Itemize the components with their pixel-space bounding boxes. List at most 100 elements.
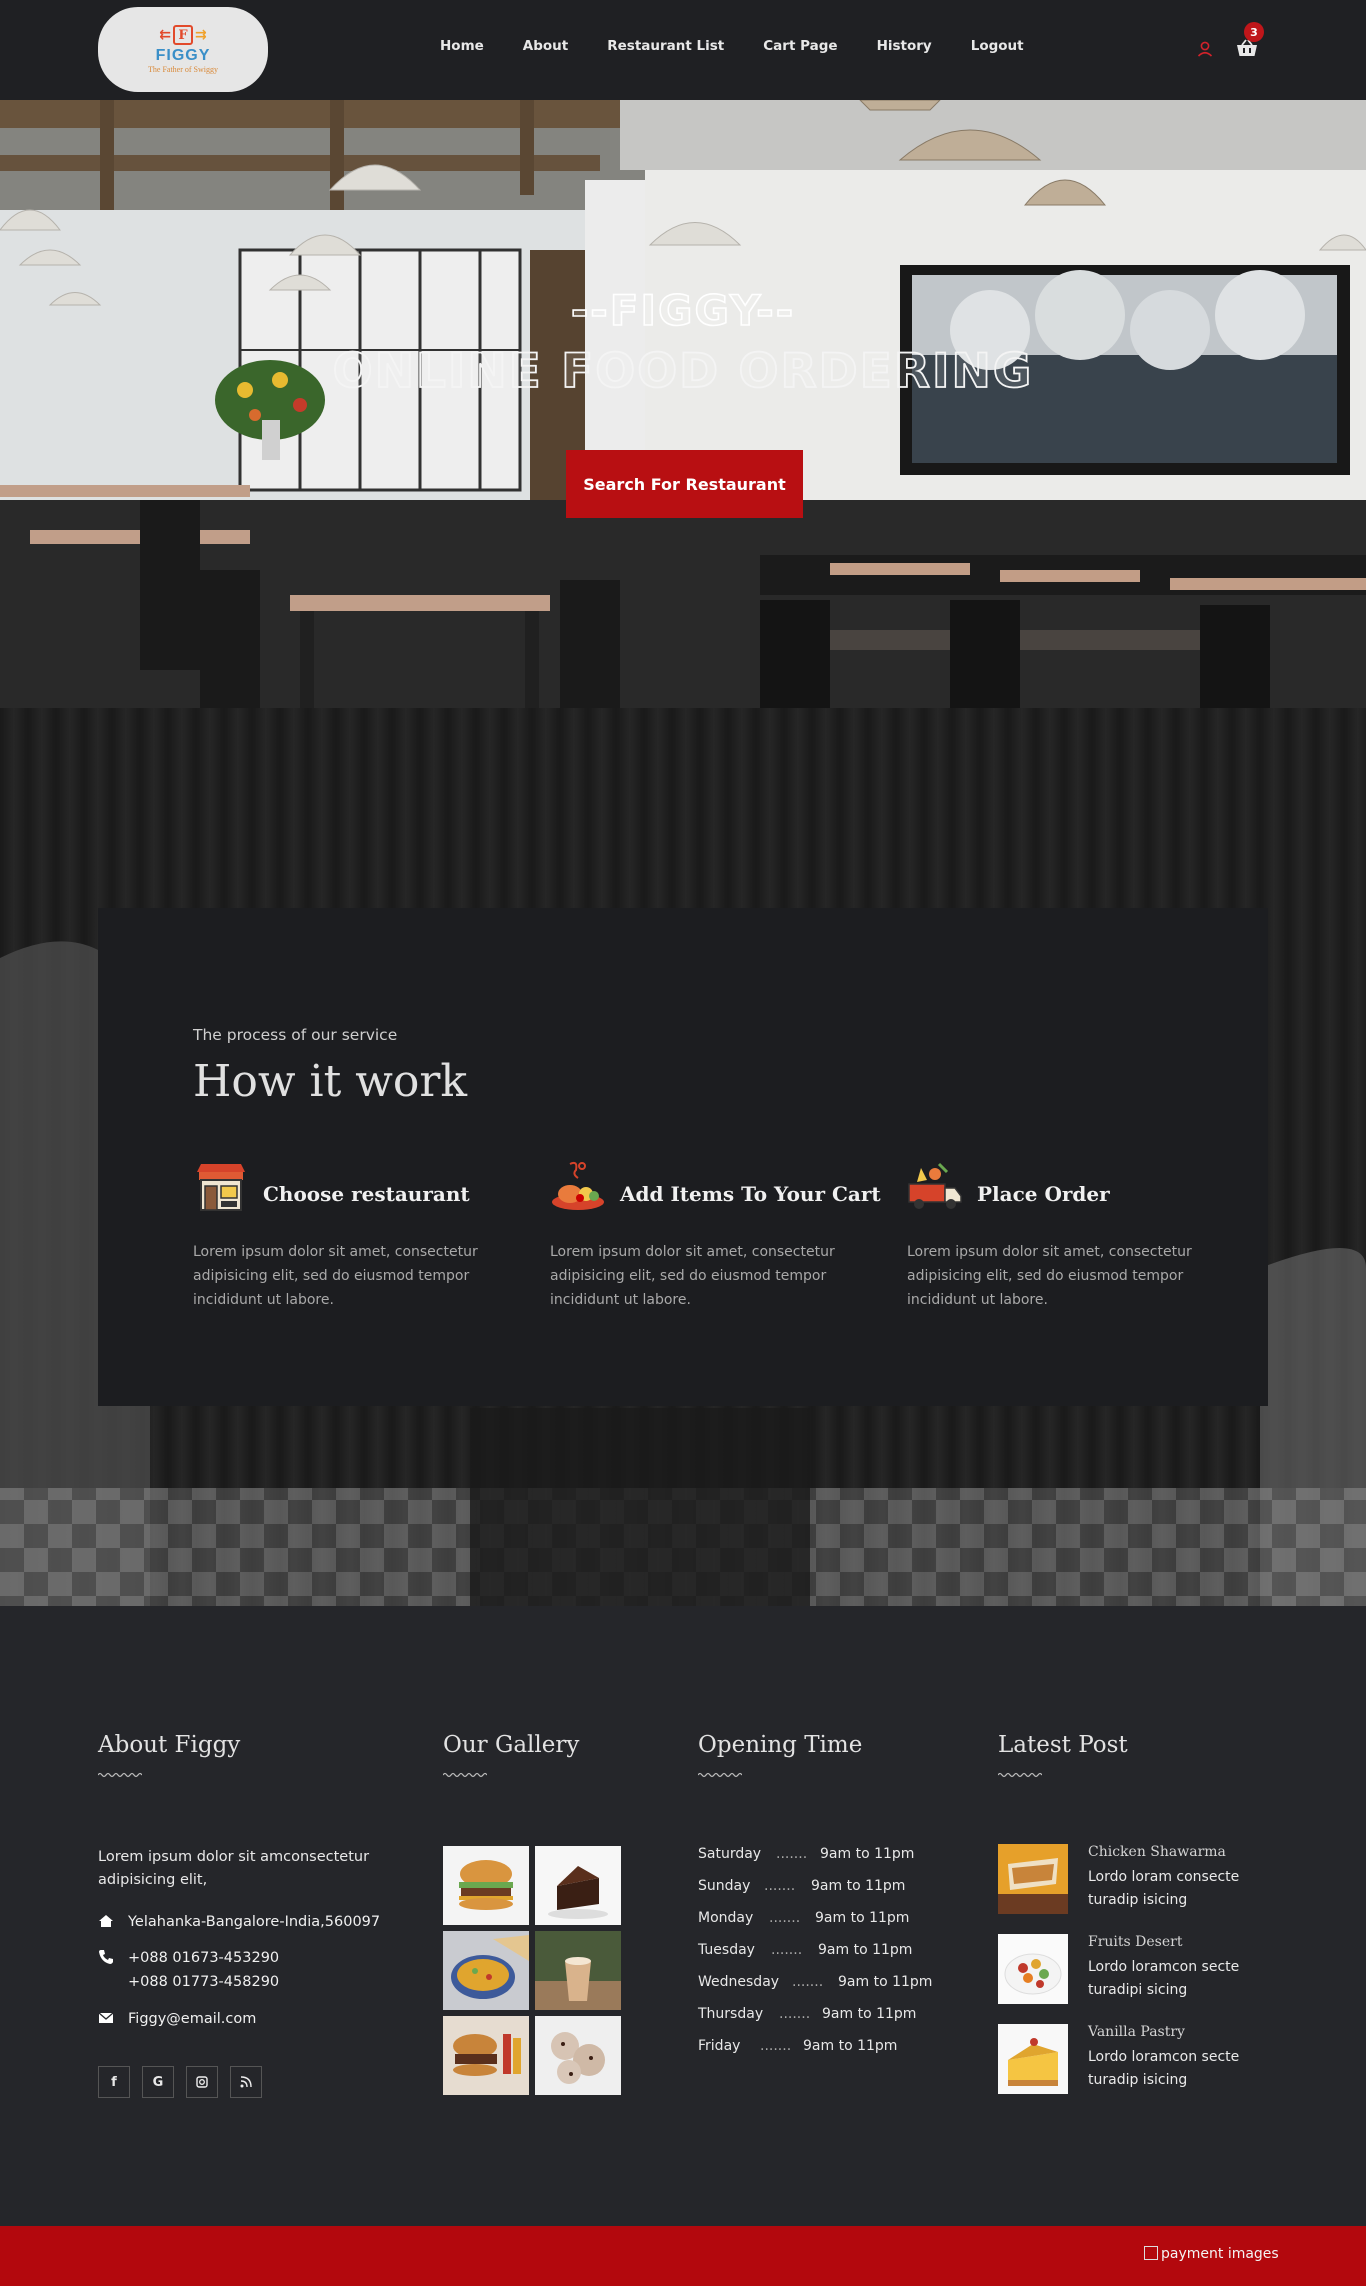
user-icon[interactable]: [1196, 40, 1214, 58]
post-title[interactable]: Vanilla Pastry: [1088, 2024, 1185, 2040]
hero-subtitle: ONLINE FOOD ORDERING: [332, 343, 1034, 400]
rss-icon[interactable]: [230, 2066, 262, 2098]
time-label: 9am to 11pm: [818, 1942, 913, 1958]
logo-arrow-right-icon: ⇉: [195, 27, 207, 43]
how-it-works-card: The process of our service How it work C…: [98, 908, 1268, 1406]
time-label: 9am to 11pm: [820, 1846, 915, 1862]
logo-text: FIGGY: [155, 47, 211, 64]
footer-about-title: About Figgy: [98, 1732, 241, 1758]
footer-about-text: Lorem ipsum dolor sit amconsectetur adip…: [98, 1849, 370, 1888]
post-excerpt: Lordo loramcon secte turadip isicing: [1088, 2049, 1240, 2088]
payment-images-alt: payment images: [1161, 2246, 1279, 2262]
nav-link-restaurant-list[interactable]: Restaurant List: [607, 38, 724, 54]
step-title: Add Items To Your Cart: [620, 1182, 881, 1206]
logo-mark: ⇇ F ⇉: [159, 25, 207, 45]
home-icon: [99, 1915, 113, 1927]
squiggle-divider-icon: [698, 1772, 742, 1778]
cart-count-badge: 3: [1244, 22, 1264, 42]
social-links: f G: [98, 2066, 262, 2098]
step-text: Lorem ipsum dolor sit amet, consectetur …: [907, 1244, 1192, 1308]
gallery-image-burger[interactable]: [443, 1846, 529, 1925]
post-item[interactable]: Vanilla Pastry Lordo loramcon secte tura…: [998, 2024, 1258, 2096]
top-navbar: ⇇ F ⇉ FIGGY The Father of Swiggy Home Ab…: [0, 0, 1366, 100]
day-label: Saturday: [698, 1846, 762, 1862]
email-text[interactable]: Figgy@email.com: [128, 2007, 256, 2031]
time-label: 9am to 11pm: [815, 1910, 910, 1926]
step-title: Place Order: [977, 1182, 1110, 1206]
post-thumbnail: [998, 1844, 1068, 1914]
post-item[interactable]: Fruits Desert Lordo loramcon secte turad…: [998, 1934, 1258, 2006]
footer-about: About Figgy Lorem ipsum dolor sit amcons…: [98, 1732, 380, 2098]
post-thumbnail: [998, 2024, 1068, 2094]
facebook-icon[interactable]: f: [98, 2066, 130, 2098]
bottom-bar: payment images: [0, 2226, 1366, 2286]
post-excerpt: Lordo loram consecte turadip isicing: [1088, 1869, 1240, 1908]
time-label: 9am to 11pm: [811, 1878, 906, 1894]
payment-images: payment images: [1144, 2246, 1279, 2262]
section-kicker: The process of our service: [193, 1026, 398, 1044]
step-title: Choose restaurant: [263, 1182, 470, 1206]
google-icon[interactable]: G: [142, 2066, 174, 2098]
footer-gallery: Our Gallery: [443, 1732, 621, 2095]
dots: .......: [760, 2038, 792, 2054]
gallery-image-biryani[interactable]: [443, 1931, 529, 2010]
post-title[interactable]: Fruits Desert: [1088, 1934, 1182, 1950]
restaurant-icon: [197, 1164, 245, 1211]
nav-link-logout[interactable]: Logout: [971, 38, 1024, 54]
logo-tagline: The Father of Swiggy: [148, 65, 218, 74]
day-label: Friday: [698, 2038, 741, 2054]
food-plate-icon: [552, 1161, 604, 1210]
dots: .......: [771, 1942, 803, 1958]
phone-icon: [99, 1950, 113, 1964]
site-logo[interactable]: ⇇ F ⇉ FIGGY The Father of Swiggy: [98, 7, 268, 92]
day-label: Sunday: [698, 1878, 751, 1894]
nav-link-history[interactable]: History: [877, 38, 932, 54]
section-title: How it work: [193, 1056, 468, 1107]
main-menu: Home About Restaurant List Cart Page His…: [440, 38, 1063, 54]
site-footer: About Figgy Lorem ipsum dolor sit amcons…: [0, 1606, 1366, 2226]
phone-1-text[interactable]: +088 01673-453290: [128, 1946, 279, 1970]
day-label: Thursday: [698, 2006, 764, 2022]
logo-letter: F: [173, 25, 193, 45]
footer-gallery-title: Our Gallery: [443, 1732, 580, 1758]
nav-link-about[interactable]: About: [523, 38, 568, 54]
gallery-image-chocolate-cake[interactable]: [535, 1846, 621, 1925]
squiggle-divider-icon: [998, 1772, 1042, 1778]
gallery-grid: [443, 1846, 621, 2095]
post-item[interactable]: Chicken Shawarma Lordo loram consecte tu…: [998, 1844, 1258, 1916]
phone-2-text[interactable]: +088 01773-458290: [128, 1970, 279, 1994]
footer-opening-time: Opening Time Saturday....... 9am to 11pm …: [698, 1732, 932, 2054]
post-title[interactable]: Chicken Shawarma: [1088, 1844, 1226, 1860]
time-label: 9am to 11pm: [803, 2038, 898, 2054]
step-text: Lorem ipsum dolor sit amet, consectetur …: [193, 1244, 478, 1308]
squiggle-divider-icon: [98, 1772, 142, 1778]
nav-link-cart-page[interactable]: Cart Page: [763, 38, 837, 54]
broken-image-icon: [1144, 2246, 1158, 2260]
instagram-icon[interactable]: [186, 2066, 218, 2098]
hero-section: --FIGGY-- ONLINE FOOD ORDERING Search Fo…: [0, 100, 1366, 708]
logo-arrow-left-icon: ⇇: [159, 27, 171, 43]
search-restaurant-button[interactable]: Search For Restaurant: [566, 450, 803, 518]
nav-link-home[interactable]: Home: [440, 38, 484, 54]
gallery-image-burger-with-sauces[interactable]: [443, 2016, 529, 2095]
dots: .......: [776, 1846, 808, 1862]
footer-hours-title: Opening Time: [698, 1732, 863, 1758]
dots: .......: [769, 1910, 801, 1926]
gallery-image-milkshake[interactable]: [535, 1931, 621, 2010]
dots: .......: [792, 1974, 824, 1990]
delivery-truck-icon: [908, 1162, 962, 1209]
day-label: Monday: [698, 1910, 754, 1926]
address-text: Yelahanka-Bangalore-India,560097: [128, 1914, 381, 1930]
gallery-image-cookies[interactable]: [535, 2016, 621, 2095]
day-label: Wednesday: [698, 1974, 780, 1990]
dots: .......: [779, 2006, 811, 2022]
footer-latest-post: Latest Post Chicken Shawarma Lordo loram…: [998, 1732, 1239, 2094]
day-label: Tuesday: [698, 1942, 755, 1958]
post-thumbnail: [998, 1934, 1068, 2004]
squiggle-divider-icon: [443, 1772, 487, 1778]
step-text: Lorem ipsum dolor sit amet, consectetur …: [550, 1244, 835, 1308]
time-label: 9am to 11pm: [838, 1974, 933, 1990]
time-label: 9am to 11pm: [822, 2006, 917, 2022]
hero-title: --FIGGY--: [570, 285, 796, 336]
dots: .......: [764, 1878, 796, 1894]
